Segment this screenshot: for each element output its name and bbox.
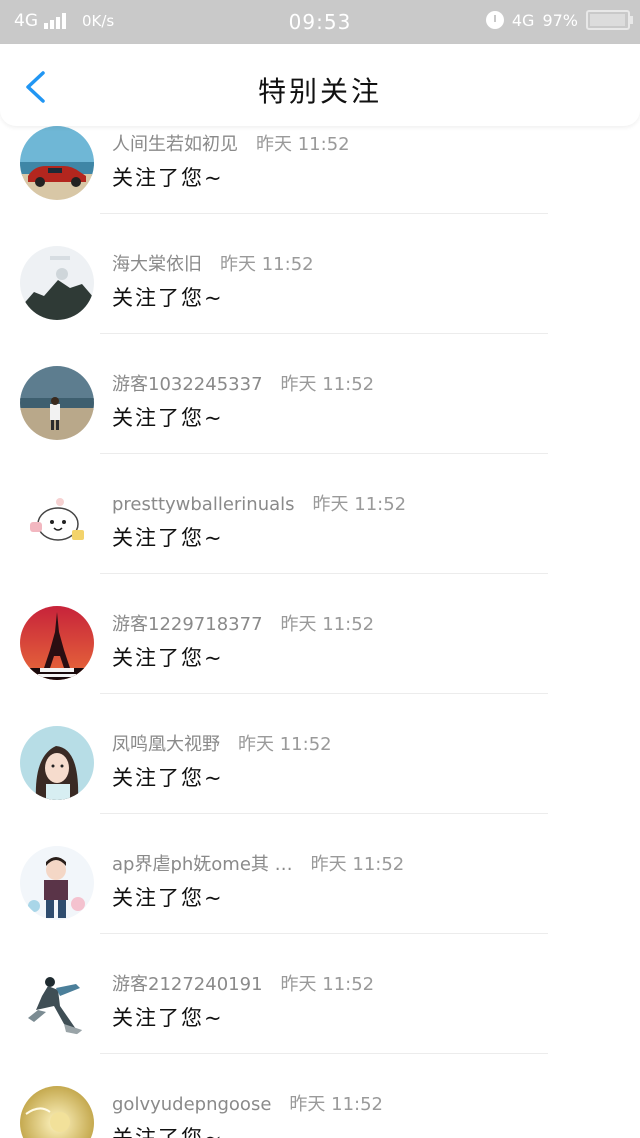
user-name[interactable]: 海大棠依旧 — [112, 254, 202, 275]
list-item[interactable]: golvyudepngoose 昨天 11:52 关注了您~ — [0, 1054, 640, 1138]
item-header: ap界虐ph妩ome其 … 昨天 11:52 — [112, 850, 404, 876]
item-message: 关注了您~ — [112, 286, 224, 310]
item-header: 游客2127240191 昨天 11:52 — [112, 970, 374, 996]
user-name[interactable]: 凤鸣凰大视野 — [112, 734, 220, 755]
item-time: 昨天 11:52 — [220, 254, 314, 275]
user-name[interactable]: 游客1032245337 — [112, 374, 263, 395]
list-item[interactable]: presttywballerinuals 昨天 11:52 关注了您~ — [0, 454, 640, 574]
user-name[interactable]: 人间生若如初见 — [112, 134, 238, 155]
item-time: 昨天 11:52 — [312, 494, 407, 515]
battery-icon — [586, 10, 633, 30]
battery-percent: 97% — [542, 10, 578, 30]
user-name[interactable]: 游客2127240191 — [112, 974, 263, 995]
notification-list[interactable]: 人间生若如初见 昨天 11:52 关注了您~ 海大棠依旧 昨天 11:52 关注了您~ 游客… — [0, 126, 640, 1138]
user-name[interactable]: presttywballerinuals — [112, 494, 295, 515]
item-time: 昨天 11:52 — [238, 734, 332, 755]
avatar[interactable] — [20, 126, 94, 200]
list-item[interactable]: 凤鸣凰大视野 昨天 11:52 关注了您~ — [0, 694, 640, 814]
avatar[interactable] — [20, 1086, 94, 1138]
item-message: 关注了您~ — [112, 406, 224, 430]
item-header: 凤鸣凰大视野 昨天 11:52 — [112, 730, 332, 756]
item-message: 关注了您~ — [112, 886, 224, 910]
nav-bar: 特别关注 — [0, 44, 640, 126]
user-name[interactable]: 游客1229718377 — [112, 614, 263, 635]
network-type-right: 4G — [511, 10, 535, 30]
avatar[interactable] — [20, 966, 94, 1040]
item-header: 人间生若如初见 昨天 11:52 — [112, 130, 350, 156]
list-item[interactable]: 游客1032245337 昨天 11:52 关注了您~ — [0, 334, 640, 454]
item-header: 游客1229718377 昨天 11:52 — [112, 610, 374, 636]
item-time: 昨天 11:52 — [289, 1094, 383, 1115]
item-message: 关注了您~ — [112, 1006, 224, 1030]
item-time: 昨天 11:52 — [256, 134, 350, 155]
avatar[interactable] — [20, 606, 94, 680]
alarm-icon — [485, 11, 504, 29]
avatar[interactable] — [20, 486, 94, 560]
user-name[interactable]: ap界虐ph妩ome其 … — [112, 854, 293, 875]
avatar[interactable] — [20, 846, 94, 920]
item-time: 昨天 11:52 — [280, 374, 375, 395]
avatar[interactable] — [20, 366, 94, 440]
item-header: 游客1032245337 昨天 11:52 — [112, 370, 374, 396]
list-item[interactable]: ap界虐ph妩ome其 … 昨天 11:52 关注了您~ — [0, 814, 640, 934]
status-bar: 4G 0K/s 09:53 4G 97% — [0, 0, 640, 44]
avatar[interactable] — [20, 726, 94, 800]
item-header: presttywballerinuals 昨天 11:52 — [112, 490, 406, 516]
list-item[interactable]: 人间生若如初见 昨天 11:52 关注了您~ — [0, 126, 640, 214]
item-time: 昨天 11:52 — [310, 854, 405, 875]
list-item[interactable]: 海大棠依旧 昨天 11:52 关注了您~ — [0, 214, 640, 334]
item-time: 昨天 11:52 — [280, 974, 375, 995]
item-header: golvyudepngoose 昨天 11:52 — [112, 1090, 383, 1116]
item-message: 关注了您~ — [112, 526, 224, 550]
item-message: 关注了您~ — [112, 766, 224, 790]
avatar[interactable] — [20, 246, 94, 320]
list-item[interactable]: 游客1229718377 昨天 11:52 关注了您~ — [0, 574, 640, 694]
status-right: 4G 97% — [485, 10, 633, 30]
item-message: 关注了您~ — [112, 646, 224, 670]
item-header: 海大棠依旧 昨天 11:52 — [112, 250, 314, 276]
item-message: 关注了您~ — [112, 1126, 224, 1138]
item-message: 关注了您~ — [112, 166, 224, 190]
page-title: 特别关注 — [257, 75, 382, 108]
user-name[interactable]: golvyudepngoose — [112, 1094, 271, 1115]
item-time: 昨天 11:52 — [280, 614, 375, 635]
list-item[interactable]: 游客2127240191 昨天 11:52 关注了您~ — [0, 934, 640, 1054]
